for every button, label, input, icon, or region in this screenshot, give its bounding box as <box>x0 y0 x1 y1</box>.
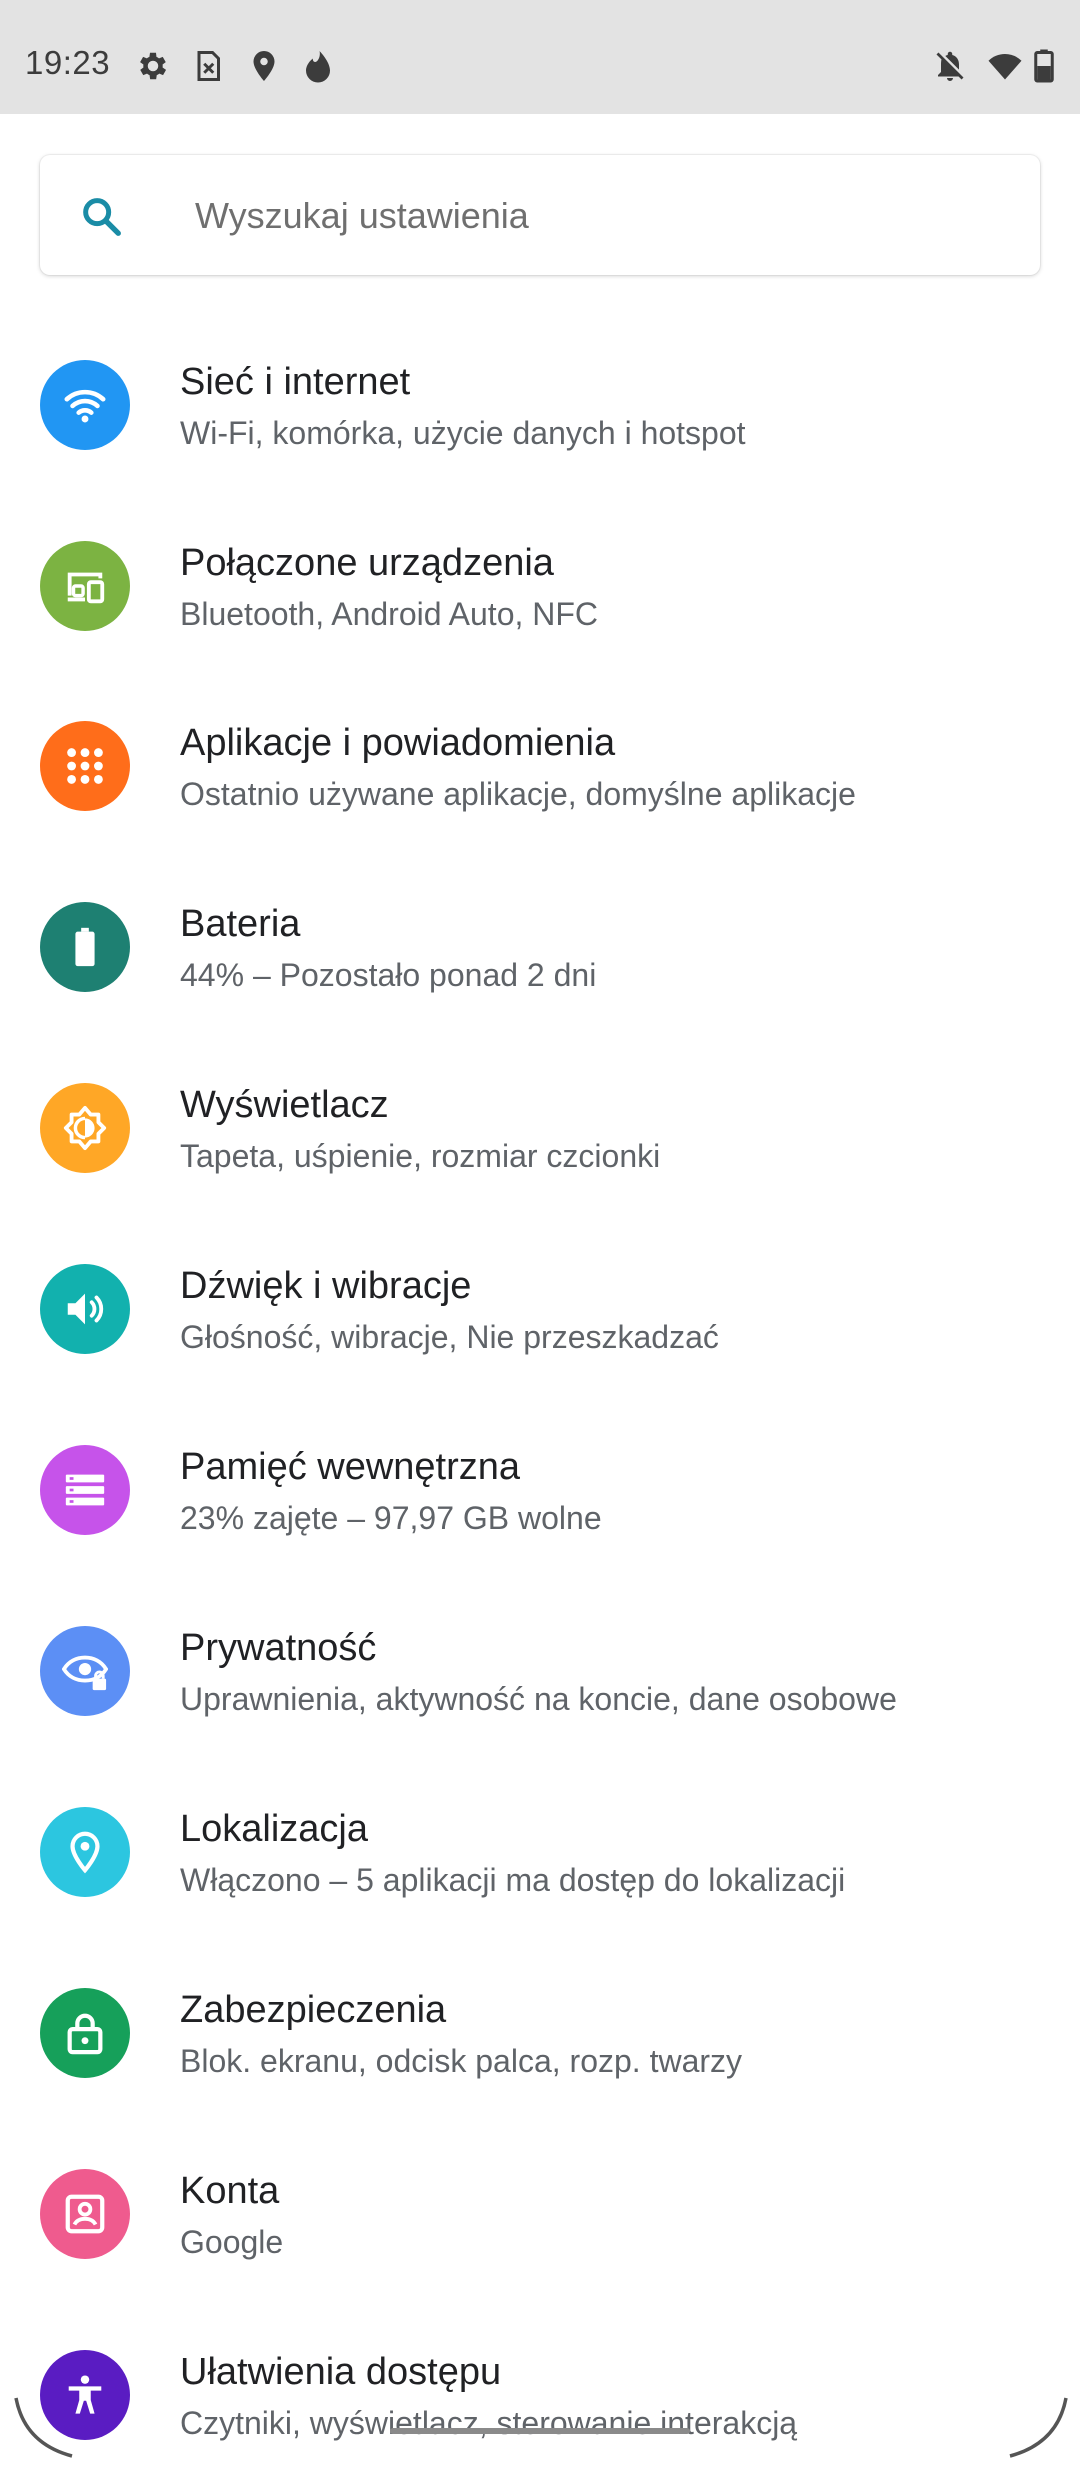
item-title: Konta <box>180 2170 280 2212</box>
gear-icon <box>135 48 171 84</box>
settings-item-security[interactable]: Zabezpieczenia Blok. ekranu, odcisk palc… <box>0 1943 1080 2123</box>
brightness-icon <box>40 1083 130 1173</box>
status-bar: 19:23 <box>0 0 1080 114</box>
settings-item-display[interactable]: Wyświetlacz Tapeta, uśpienie, rozmiar cz… <box>0 1038 1080 1218</box>
status-time: 19:23 <box>25 44 111 81</box>
settings-item-accounts[interactable]: Konta Google <box>0 2124 1080 2304</box>
item-title: Zabezpieczenia <box>180 1989 447 2031</box>
settings-item-accessibility[interactable]: Ułatwienia dostępu Czytniki, wyświetlacz… <box>0 2305 1080 2485</box>
settings-item-connected-devices[interactable]: Połączone urządzenia Bluetooth, Android … <box>0 496 1080 676</box>
item-title: Pamięć wewnętrzna <box>180 1446 521 1488</box>
sim-icon <box>190 48 226 84</box>
corner-arc-left <box>12 2390 82 2460</box>
notifications-off-icon <box>932 48 968 84</box>
lock-icon <box>40 1988 130 2078</box>
settings-item-network[interactable]: Sieć i internet Wi-Fi, komórka, użycie d… <box>0 315 1080 495</box>
settings-item-privacy[interactable]: Prywatność Uprawnienia, aktywność na kon… <box>0 1581 1080 1761</box>
battery-icon <box>1030 48 1058 84</box>
item-title: Wyświetlacz <box>180 1084 389 1126</box>
account-icon <box>40 2169 130 2259</box>
item-subtitle: Blok. ekranu, odcisk palca, rozp. twarzy <box>180 2043 743 2079</box>
item-title: Aplikacje i powiadomienia <box>180 722 616 764</box>
storage-icon <box>40 1445 130 1535</box>
item-title: Połączone urządzenia <box>180 542 554 584</box>
item-subtitle: Wi-Fi, komórka, użycie danych i hotspot <box>180 415 746 451</box>
fire-icon <box>300 48 336 84</box>
settings-item-sound[interactable]: Dźwięk i wibracje Głośność, wibracje, Ni… <box>0 1219 1080 1399</box>
search-placeholder: Wyszukaj ustawienia <box>195 195 529 236</box>
item-subtitle: Tapeta, uśpienie, rozmiar czcionki <box>180 1138 661 1174</box>
settings-item-apps[interactable]: Aplikacje i powiadomienia Ostatnio używa… <box>0 676 1080 856</box>
item-subtitle: Bluetooth, Android Auto, NFC <box>180 596 599 632</box>
item-subtitle: Włączono – 5 aplikacji ma dostęp do loka… <box>180 1862 846 1898</box>
location-pin-icon <box>246 48 282 84</box>
item-subtitle: Uprawnienia, aktywność na koncie, dane o… <box>180 1681 897 1717</box>
item-title: Dźwięk i wibracje <box>180 1265 472 1307</box>
search-icon <box>78 193 124 239</box>
privacy-eye-icon <box>40 1626 130 1716</box>
gesture-nav-handle[interactable] <box>390 2428 690 2434</box>
search-bar[interactable]: Wyszukaj ustawienia <box>40 155 1040 275</box>
item-subtitle: Google <box>180 2224 284 2260</box>
corner-arc-right <box>1000 2390 1070 2460</box>
item-title: Sieć i internet <box>180 361 411 403</box>
settings-item-location[interactable]: Lokalizacja Włączono – 5 aplikacji ma do… <box>0 1762 1080 1942</box>
item-title: Prywatność <box>180 1627 377 1669</box>
battery-icon <box>40 902 130 992</box>
wifi-icon <box>985 48 1025 84</box>
item-subtitle: Czytniki, wyświetlacz, sterowanie intera… <box>180 2405 798 2441</box>
item-subtitle: 23% zajęte – 97,97 GB wolne <box>180 1500 602 1536</box>
apps-grid-icon <box>40 721 130 811</box>
item-title: Bateria <box>180 903 301 945</box>
devices-icon <box>40 541 130 631</box>
item-subtitle: 44% – Pozostało ponad 2 dni <box>180 957 597 993</box>
settings-item-battery[interactable]: Bateria 44% – Pozostało ponad 2 dni <box>0 857 1080 1037</box>
settings-item-storage[interactable]: Pamięć wewnętrzna 23% zajęte – 97,97 GB … <box>0 1400 1080 1580</box>
item-title: Ułatwienia dostępu <box>180 2351 502 2393</box>
item-subtitle: Głośność, wibracje, Nie przeszkadzać <box>180 1319 719 1355</box>
volume-icon <box>40 1264 130 1354</box>
location-icon <box>40 1807 130 1897</box>
item-title: Lokalizacja <box>180 1808 368 1850</box>
item-subtitle: Ostatnio używane aplikacje, domyślne apl… <box>180 776 856 812</box>
wifi-icon <box>40 360 130 450</box>
